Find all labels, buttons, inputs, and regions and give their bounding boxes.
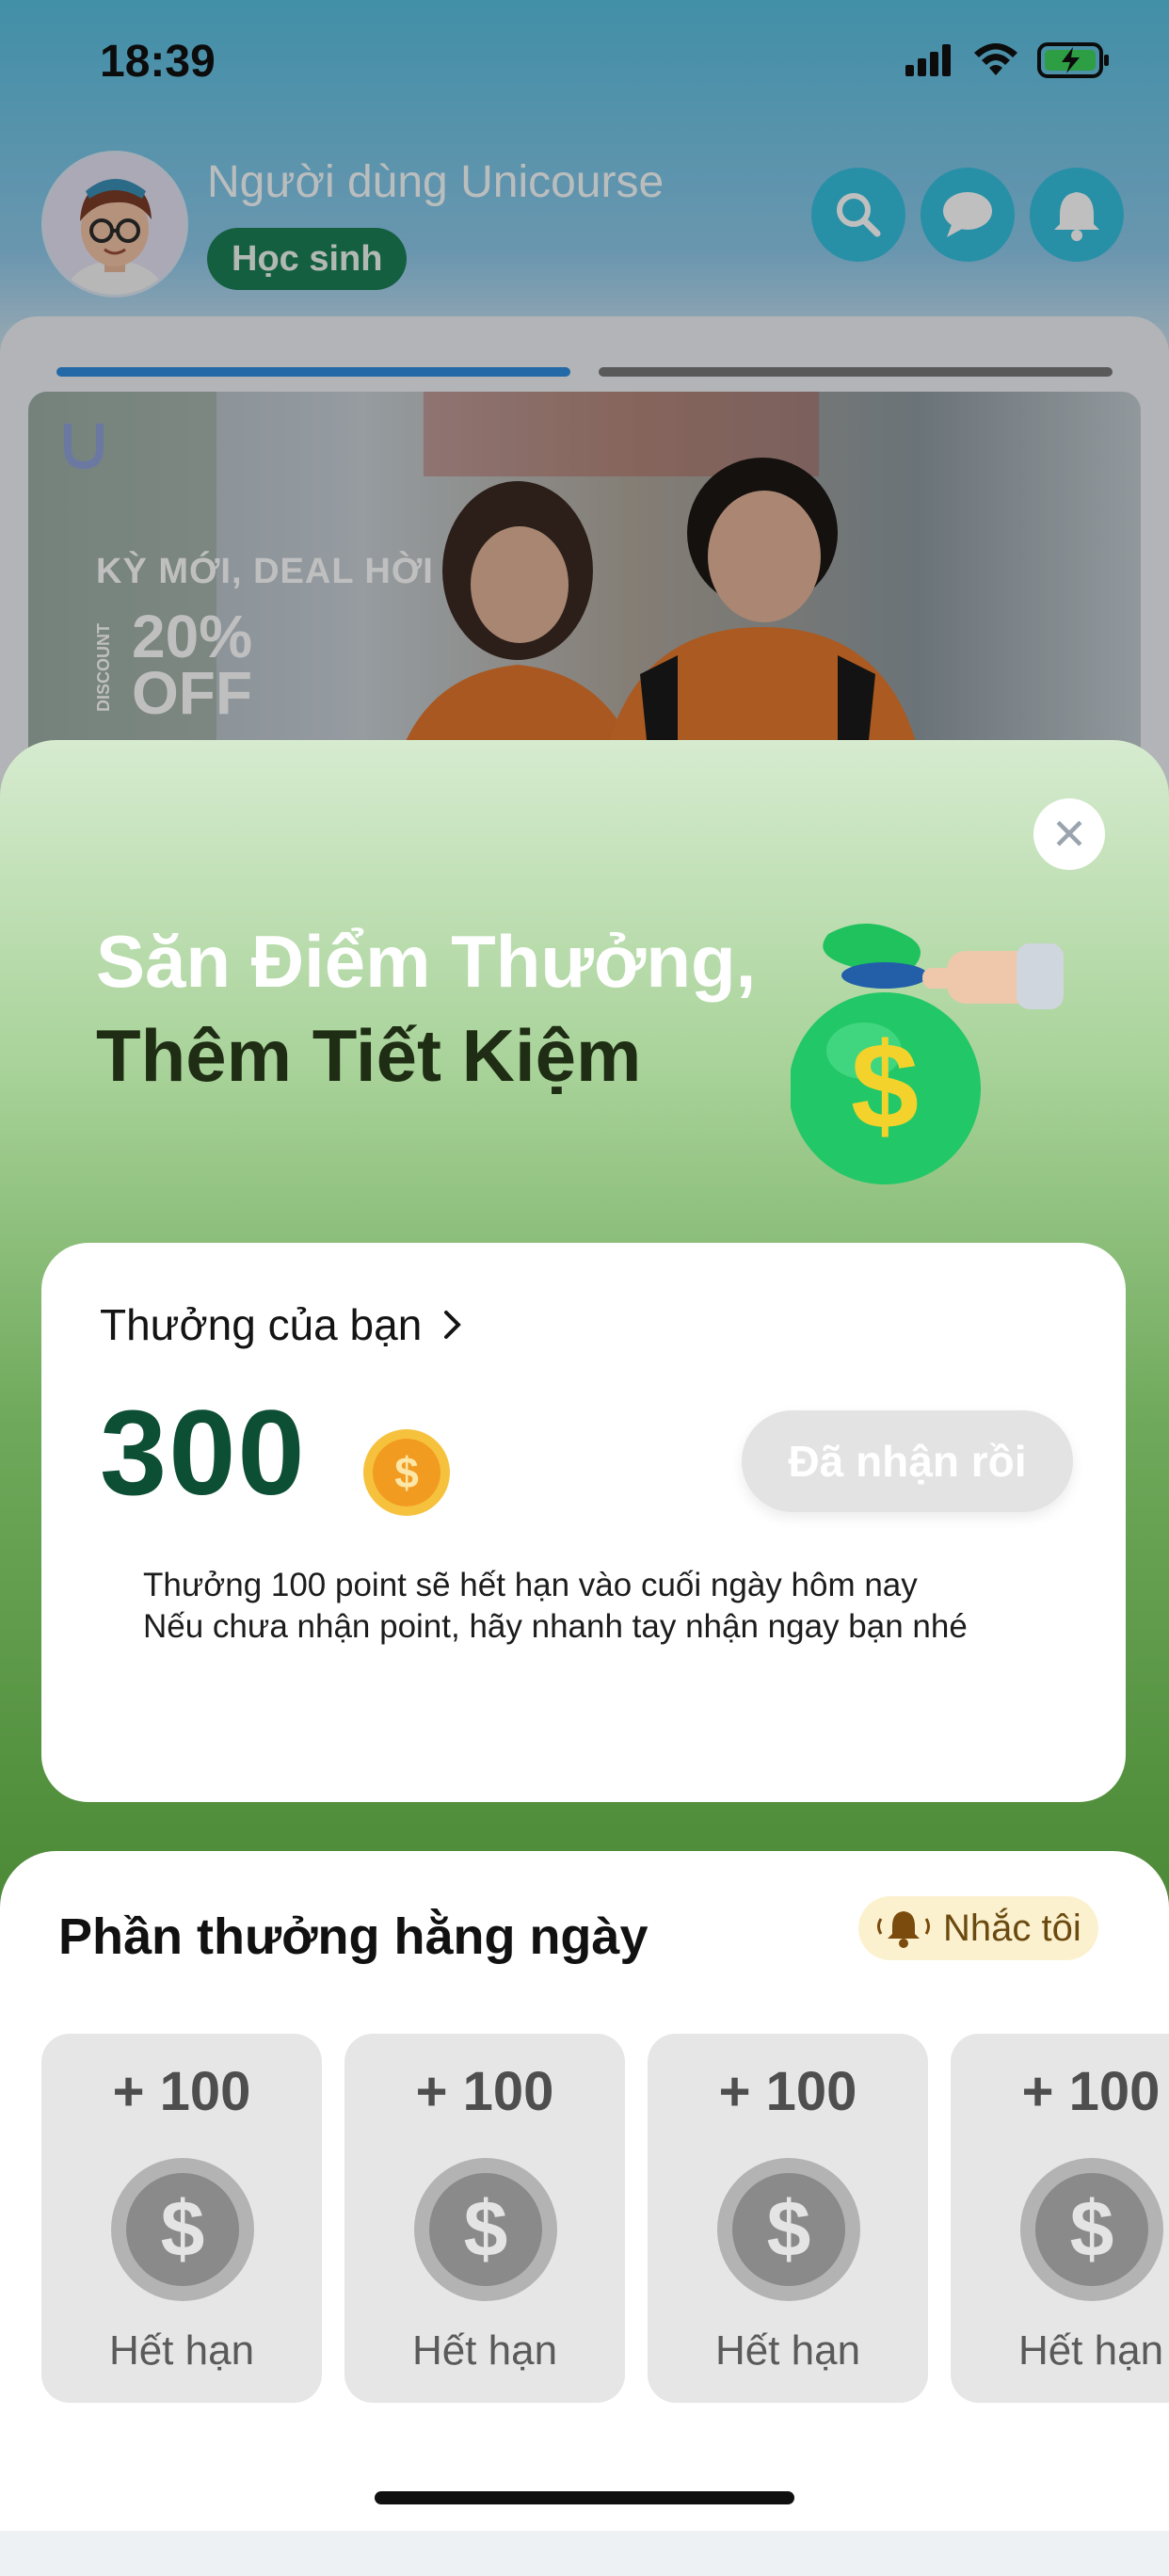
daily-reward-points: + 100 — [415, 2061, 554, 2122]
daily-rewards-title: Phần thưởng hằng ngày — [58, 1908, 649, 1965]
daily-reward-points: + 100 — [112, 2061, 251, 2122]
svg-text:$: $ — [1070, 2184, 1114, 2273]
svg-text:$: $ — [767, 2184, 811, 2273]
reward-note: Thưởng 100 point sẽ hết hạn vào cuối ngà… — [143, 1565, 968, 1648]
your-reward-heading: Thưởng của bạn — [100, 1300, 423, 1349]
daily-reward-points: + 100 — [718, 2061, 857, 2122]
close-button[interactable]: ✕ — [1033, 798, 1105, 870]
close-icon: ✕ — [1050, 810, 1088, 859]
chevron-right-icon — [444, 1311, 462, 1339]
daily-reward-status: Hết hạn — [1017, 2327, 1164, 2374]
daily-reward-list: + 100 $ Hết hạn + 100 $ Hết hạn + 100 $ … — [41, 2034, 1169, 2410]
gold-coin-icon: $ — [363, 1429, 450, 1516]
expired-coin-icon: $ — [1020, 2158, 1163, 2301]
daily-reward-points: + 100 — [1021, 2061, 1161, 2122]
your-reward-card: Thưởng của bạn 300 $ Đã nhận rồi Thưởng … — [41, 1243, 1126, 1802]
reward-note-line2: Nếu chưa nhận point, hãy nhanh tay nhận … — [143, 1608, 968, 1645]
daily-reward-item[interactable]: + 100 $ Hết hạn — [344, 2034, 625, 2403]
svg-text:$: $ — [851, 1017, 919, 1154]
home-indicator[interactable] — [375, 2491, 794, 2504]
remind-me-button[interactable]: Nhắc tôi — [858, 1896, 1098, 1960]
reward-points-value: 300 — [100, 1386, 307, 1521]
sheet-title-line1: Săn Điểm Thưởng, — [96, 920, 757, 1003]
daily-reward-status: Hết hạn — [411, 2327, 558, 2374]
daily-reward-item[interactable]: + 100 $ Hết hạn — [41, 2034, 322, 2403]
expired-coin-icon: $ — [414, 2158, 557, 2301]
svg-text:$: $ — [464, 2184, 508, 2273]
daily-reward-item[interactable]: + 100 $ Hết hạn — [648, 2034, 928, 2403]
expired-coin-icon: $ — [111, 2158, 254, 2301]
money-bag-icon: $ — [791, 924, 1064, 1184]
daily-reward-item[interactable]: + 100 $ Hết hạn — [951, 2034, 1169, 2403]
sheet-title-line2: Thêm Tiết Kiệm — [96, 1014, 642, 1097]
daily-reward-status: Hết hạn — [714, 2327, 861, 2374]
claimed-button[interactable]: Đã nhận rồi — [742, 1410, 1073, 1512]
remind-me-label: Nhắc tôi — [943, 1907, 1081, 1949]
bell-ringing-icon — [877, 1911, 930, 1948]
expired-coin-icon: $ — [717, 2158, 860, 2301]
svg-text:$: $ — [394, 1448, 419, 1497]
daily-reward-status: Hết hạn — [108, 2327, 255, 2374]
daily-rewards-card: Phần thưởng hằng ngày Nhắc tôi + 100 $ H… — [0, 1851, 1169, 2531]
your-reward-link[interactable]: Thưởng của bạn — [100, 1299, 463, 1350]
svg-text:$: $ — [161, 2184, 205, 2273]
reward-note-line1: Thưởng 100 point sẽ hết hạn vào cuối ngà… — [143, 1567, 918, 1603]
reward-bottom-sheet: ✕ Săn Điểm Thưởng, Thêm Tiết Kiệm $ Thưở… — [0, 740, 1169, 2531]
